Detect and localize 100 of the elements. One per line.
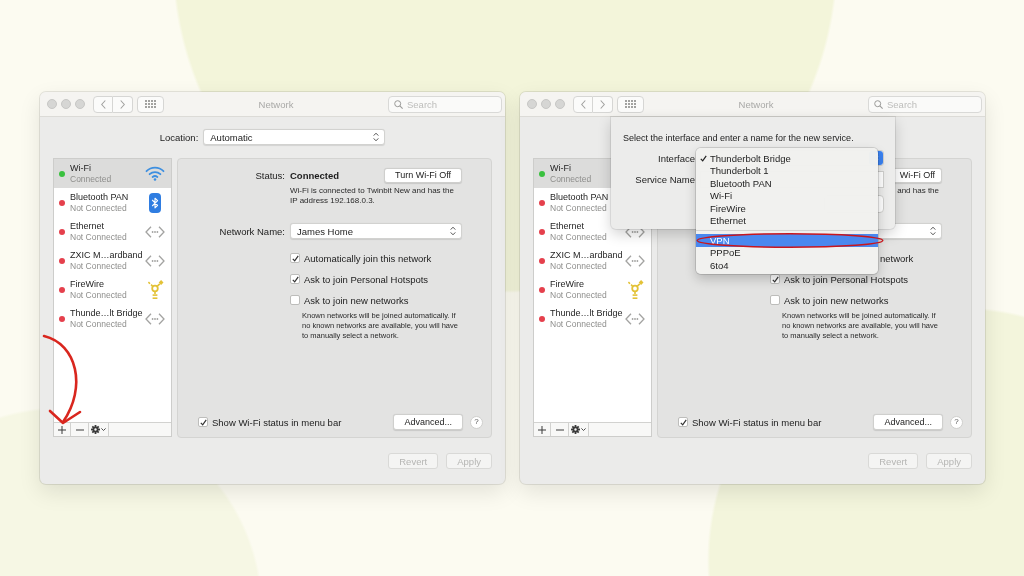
service-name: Wi-Fi bbox=[550, 163, 572, 174]
firewire-icon bbox=[626, 279, 644, 300]
service-item[interactable]: FireWire Not Connected bbox=[534, 275, 651, 304]
description-text: and has the bbox=[897, 186, 939, 196]
grid-icon bbox=[145, 100, 156, 108]
ethernet-icon bbox=[145, 254, 165, 267]
service-name: Bluetooth PAN bbox=[70, 192, 129, 203]
wifi-icon bbox=[145, 166, 165, 181]
checkbox-label: Show Wi-Fi status in menu bar bbox=[212, 416, 342, 428]
search-field[interactable]: Search bbox=[388, 95, 502, 113]
window-title: Network bbox=[738, 98, 774, 110]
plus-icon bbox=[58, 425, 66, 434]
service-status: Connected bbox=[550, 174, 592, 184]
ethernet-icon bbox=[625, 312, 645, 325]
service-item[interactable]: Bluetooth PAN Not Connected bbox=[54, 188, 171, 217]
search-input[interactable]: Search bbox=[407, 98, 495, 110]
minus-icon bbox=[555, 428, 564, 431]
checkmark-icon bbox=[700, 154, 707, 162]
service-status: Connected bbox=[70, 174, 112, 184]
checkbox-label: Ask to join new networks bbox=[784, 294, 889, 306]
menu-item[interactable]: Ethernet bbox=[696, 214, 878, 227]
search-icon bbox=[394, 99, 403, 109]
chevron-right-icon bbox=[120, 99, 125, 109]
service-name: Ethernet bbox=[550, 221, 586, 232]
service-status: Not Connected bbox=[70, 290, 127, 300]
description-text: Wi-Fi is connected to Twinbit New and has the IP address 192.168.0.3. bbox=[290, 186, 455, 206]
back-button[interactable] bbox=[573, 95, 593, 113]
search-field[interactable]: Search bbox=[868, 95, 982, 113]
menu-item[interactable]: PPPoE bbox=[696, 246, 878, 259]
menu-item[interactable]: Wi-Fi bbox=[696, 189, 878, 202]
service-status: Not Connected bbox=[550, 319, 608, 329]
chevron-right-icon bbox=[600, 99, 605, 109]
service-item[interactable]: Wi-Fi Connected bbox=[54, 159, 171, 188]
checkbox-label: Automatically join this network bbox=[304, 252, 432, 264]
service-name: Bluetooth PAN bbox=[550, 192, 609, 203]
service-status: Not Connected bbox=[550, 261, 608, 271]
advanced-button[interactable]: Advanced... bbox=[873, 414, 943, 430]
service-name: Ethernet bbox=[70, 221, 106, 232]
show-all-button[interactable] bbox=[617, 95, 644, 113]
checkbox-label: Show Wi-Fi status in menu bar bbox=[692, 416, 822, 428]
checkbox-label: Ask to join Personal Hotspots bbox=[304, 273, 429, 285]
service-status: Not Connected bbox=[550, 232, 607, 242]
bluetooth-icon bbox=[149, 192, 161, 213]
menu-item[interactable]: Bluetooth PAN bbox=[696, 177, 878, 190]
service-name: Thunde…lt Bridge bbox=[70, 308, 143, 319]
advanced-button[interactable]: Advanced... bbox=[393, 414, 463, 430]
field-label: Network Name: bbox=[219, 225, 285, 237]
service-status: Not Connected bbox=[70, 203, 128, 213]
gear-menu-button[interactable] bbox=[569, 423, 589, 436]
service-item[interactable]: Thunde…lt Bridge Not Connected bbox=[54, 304, 171, 333]
service-name: FireWire bbox=[70, 279, 105, 290]
updown-chevron-icon bbox=[373, 132, 380, 142]
service-item[interactable]: FireWire Not Connected bbox=[54, 275, 171, 304]
grid-icon bbox=[625, 100, 636, 108]
service-status: Not Connected bbox=[70, 261, 128, 271]
forward-button[interactable] bbox=[113, 95, 133, 113]
search-input[interactable]: Search bbox=[887, 98, 975, 110]
back-button[interactable] bbox=[93, 95, 113, 113]
checkbox[interactable] bbox=[290, 253, 300, 263]
help-button[interactable]: ? bbox=[470, 415, 483, 429]
checkbox-label: Ask to join new networks bbox=[304, 294, 409, 306]
caret-icon bbox=[101, 428, 106, 431]
service-item[interactable]: ZXIC M…ardband Not Connected bbox=[54, 246, 171, 275]
service-item[interactable]: ZXIC M…ardband Not Connected bbox=[534, 246, 651, 275]
updown-chevron-icon bbox=[450, 226, 456, 236]
toggle-button[interactable]: Turn Wi-Fi Off bbox=[384, 168, 462, 183]
help-button[interactable]: ? bbox=[950, 415, 963, 429]
service-name: ZXIC M…ardband bbox=[70, 250, 143, 261]
service-item[interactable]: Ethernet Not Connected bbox=[54, 217, 171, 246]
show-all-button[interactable] bbox=[137, 95, 164, 113]
field-label: Status: bbox=[255, 170, 285, 181]
checkbox[interactable] bbox=[290, 274, 300, 284]
location-popup[interactable]: Automatic bbox=[203, 129, 386, 145]
gear-menu-button[interactable] bbox=[89, 423, 109, 436]
field-label: Interface bbox=[658, 152, 695, 164]
updown-chevron-icon bbox=[930, 226, 936, 236]
service-status: Not Connected bbox=[550, 290, 607, 300]
checkbox[interactable] bbox=[198, 417, 208, 427]
service-name: FireWire bbox=[550, 279, 585, 290]
forward-button[interactable] bbox=[593, 95, 613, 113]
status-value: Connected bbox=[290, 170, 340, 181]
ethernet-icon bbox=[145, 225, 165, 238]
checkbox[interactable] bbox=[770, 295, 780, 305]
service-status: Not Connected bbox=[70, 319, 128, 329]
checkbox[interactable] bbox=[290, 295, 300, 305]
field-label: Location: bbox=[159, 131, 199, 143]
menu-item[interactable]: Thunderbolt Bridge bbox=[696, 152, 878, 165]
service-status: Not Connected bbox=[550, 203, 608, 213]
service-item[interactable]: Thunde…lt Bridge Not Connected bbox=[534, 304, 651, 333]
checkbox[interactable] bbox=[678, 417, 688, 427]
menu-item[interactable]: Thunderbolt 1 bbox=[696, 164, 878, 177]
service-name: ZXIC M…ardband bbox=[550, 250, 623, 261]
menu-item[interactable]: FireWire bbox=[696, 202, 878, 215]
menu-item[interactable]: 6to4 bbox=[696, 259, 878, 272]
checkbox-label: network bbox=[880, 252, 914, 264]
window-title: Network bbox=[258, 98, 294, 110]
caret-icon bbox=[581, 428, 586, 431]
service-status: Not Connected bbox=[70, 232, 127, 242]
network-popup[interactable]: James Home bbox=[290, 223, 462, 239]
chevron-left-icon bbox=[580, 99, 586, 109]
